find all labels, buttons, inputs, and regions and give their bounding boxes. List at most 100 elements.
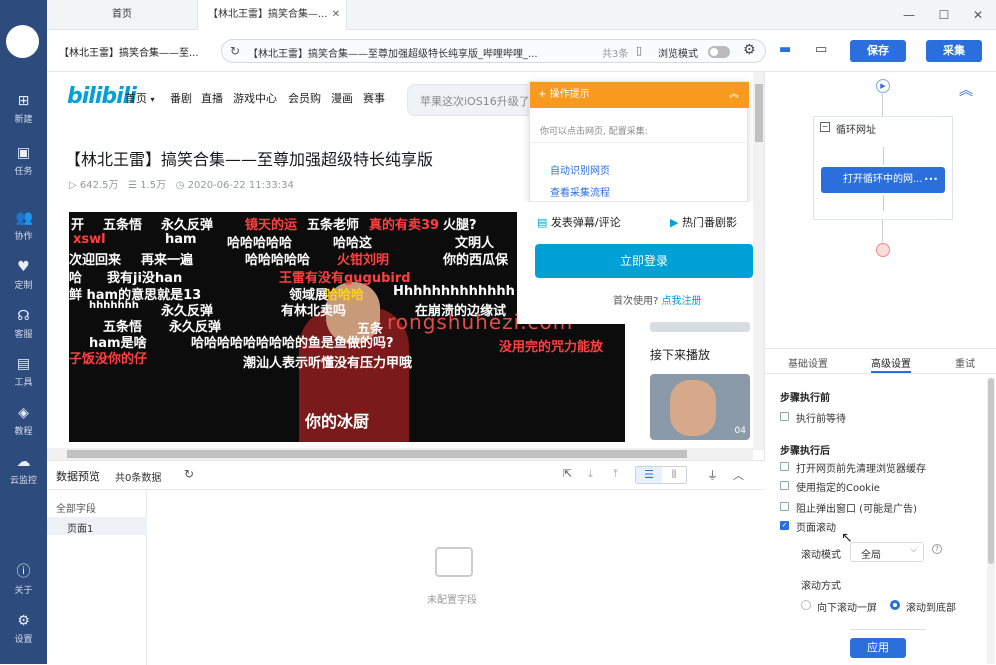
nav-anime[interactable]: 番剧 (170, 90, 192, 106)
collect-button[interactable]: 采集 (926, 40, 982, 62)
gear-icon[interactable]: ⚙ (743, 42, 756, 58)
refresh-icon[interactable]: ↻ (184, 467, 194, 481)
chevron-up-icon[interactable]: ︽ (729, 82, 739, 108)
filter-icon[interactable]: ⏚ (707, 467, 718, 483)
view-toggle[interactable]: ☰ ⦀ (635, 466, 687, 484)
chevron-down-icon: ▾ (150, 95, 155, 104)
collapse-icon[interactable]: ︽ (959, 80, 973, 100)
page-scroll-checkbox[interactable]: ✓ (780, 521, 789, 530)
video-title: 【林北王雷】搞笑合集——至尊加强超级特长纯享版 (65, 150, 434, 169)
scroll-one-radio[interactable] (801, 600, 811, 610)
chevron-up-icon[interactable]: ︿ (733, 467, 744, 483)
close-icon[interactable]: ✕ (332, 0, 340, 30)
help-icon[interactable]: ? (932, 544, 942, 554)
heart-icon: ♥ (17, 259, 30, 275)
scrollbar-thumb[interactable] (67, 450, 687, 458)
save-button[interactable]: 保存 (850, 40, 906, 62)
window-close-icon[interactable]: ✕ (969, 6, 987, 24)
apply-button[interactable]: 应用 (850, 638, 906, 658)
danmaku-line: 你的冰厨 (305, 412, 370, 431)
hot-show[interactable]: ▶ 热门番剧影 (670, 214, 737, 230)
rail-custom[interactable]: ♥ 定制 (0, 259, 47, 303)
tab-retry[interactable]: 重试 (955, 355, 975, 370)
nav-live[interactable]: 直播 (201, 90, 223, 106)
list-view-icon[interactable]: ☰ (636, 467, 662, 483)
nav-manga[interactable]: 漫画 (331, 90, 353, 106)
divider (530, 142, 749, 143)
loop-node[interactable]: − 循环网址 打开循环中的网... ••• (813, 116, 953, 220)
rail-about[interactable]: ⓘ 关于 (0, 564, 47, 608)
rail-tutorial[interactable]: ◈ 教程 (0, 405, 47, 449)
rail-service[interactable]: ☊ 客服 (0, 308, 47, 352)
horizontal-scrollbar[interactable] (47, 448, 753, 460)
nav-game[interactable]: 游戏中心 (233, 90, 277, 106)
view-process-link[interactable]: 查看采集流程 (550, 184, 610, 199)
scrollbar-thumb[interactable] (988, 378, 994, 564)
rail-tools[interactable]: ▤ 工具 (0, 356, 47, 400)
tab-bilibili[interactable]: 【林北王雷】搞笑合集—... ✕ (197, 0, 347, 30)
next-play-heading: 接下来播放 (650, 348, 711, 362)
divider (47, 489, 765, 490)
post-comment[interactable]: ▤ 发表弹幕/评论 (537, 214, 621, 230)
rail-settings[interactable]: ⚙ 设置 (0, 613, 47, 657)
nav-shop[interactable]: 会员购 (288, 90, 321, 106)
danmaku-line: 潮汕人表示听懂没有压力甲哦 (243, 356, 413, 371)
search-input[interactable]: 苹果这次iOS16升级了 (407, 84, 537, 116)
rail-new[interactable]: ⊞ 新建 (0, 93, 47, 137)
scroll-bottom-radio[interactable] (890, 600, 900, 610)
browse-mode-toggle[interactable] (708, 46, 730, 58)
auto-detect-link[interactable]: 自动识别网页 (550, 162, 610, 177)
rail-collab[interactable]: 👥 协作 (0, 210, 47, 254)
tab-advanced[interactable]: 高级设置 (871, 355, 911, 370)
prev-thumb[interactable] (650, 322, 750, 332)
danmaku-line: 没用完的咒力能放 (499, 340, 604, 355)
nav-home[interactable]: 首页 ▾ (125, 90, 155, 106)
export-icon[interactable]: ⇱ (563, 467, 572, 480)
rail-cloud[interactable]: ☁ 云监控 (0, 454, 47, 498)
divider (850, 629, 926, 630)
settings-scrollbar[interactable] (987, 378, 995, 664)
maximize-icon[interactable]: ☐ (935, 6, 953, 24)
tab-basic[interactable]: 基础设置 (788, 355, 828, 370)
danmaku-line: 哈哈哈哈哈哈哈哈的鱼是鱼做的吗? (191, 336, 394, 351)
scroll-mode-select[interactable]: 全局 ⌵ (850, 542, 924, 562)
collapse-box-icon[interactable]: − (820, 122, 830, 132)
window-icon[interactable]: ▭ (815, 42, 827, 57)
comment-icon: ▤ (537, 216, 548, 229)
wait-checkbox[interactable] (780, 412, 789, 421)
inbox-icon (435, 547, 473, 577)
panel-icon[interactable]: ▬ (779, 42, 791, 57)
scroll-one-label: 向下滚动一屏 (817, 603, 877, 614)
web-view[interactable]: bilibili 首页 ▾ 番剧 直播 游戏中心 会员购 漫画 赛事 苹果这次i… (47, 72, 765, 460)
all-fields[interactable]: 全部字段 (56, 500, 96, 515)
next-video-thumb[interactable]: 04 (650, 374, 750, 440)
column-view-icon[interactable]: ⦀ (662, 467, 686, 483)
avatar[interactable] (6, 25, 39, 58)
operation-hint-popup: + 操作提示 ︽ 你可以点击网页, 配置采集: 自动识别网页 查看采集流程 (529, 81, 749, 202)
danmaku-line: 哈哈哈哈哈 (245, 253, 311, 268)
clear-cache-checkbox[interactable] (780, 462, 789, 471)
tab-home[interactable]: 首页 (102, 0, 142, 30)
register-link[interactable]: 点我注册 (662, 296, 702, 307)
document-icon[interactable]: ▯ (636, 44, 642, 57)
more-icon[interactable]: ••• (924, 167, 938, 193)
right-panel: ▶ ︽ − 循环网址 打开循环中的网... ••• 基础设置 高级设置 重试 步… (765, 72, 996, 664)
login-button[interactable]: 立即登录 (535, 244, 753, 278)
minimize-icon[interactable]: — (900, 6, 918, 24)
block-popup-checkbox[interactable] (780, 502, 789, 511)
cursor-icon: ↖ (841, 530, 853, 546)
nav-esports[interactable]: 赛事 (363, 90, 385, 106)
rail-label: 教程 (14, 427, 33, 437)
rail-task[interactable]: ▣ 任务 (0, 145, 47, 189)
upload-icon[interactable]: ⤒ (613, 467, 618, 481)
url-bar[interactable]: ↻ 【林北王雷】搞笑合集——至尊加强超级特长纯享版_哔哩哔哩_... 共3条 ▯… (221, 39, 766, 63)
refresh-icon[interactable]: ↻ (230, 44, 240, 58)
scrollbar-thumb[interactable] (755, 84, 763, 142)
info-icon: ⓘ (16, 564, 31, 580)
vertical-scrollbar[interactable] (753, 72, 764, 450)
gear-icon: ⚙ (17, 613, 30, 629)
download-icon[interactable]: ⤓ (588, 467, 593, 481)
open-loop-url-node[interactable]: 打开循环中的网... ••• (821, 167, 945, 193)
page1-item[interactable]: 页面1 (47, 517, 147, 535)
cookie-checkbox[interactable] (780, 481, 789, 490)
